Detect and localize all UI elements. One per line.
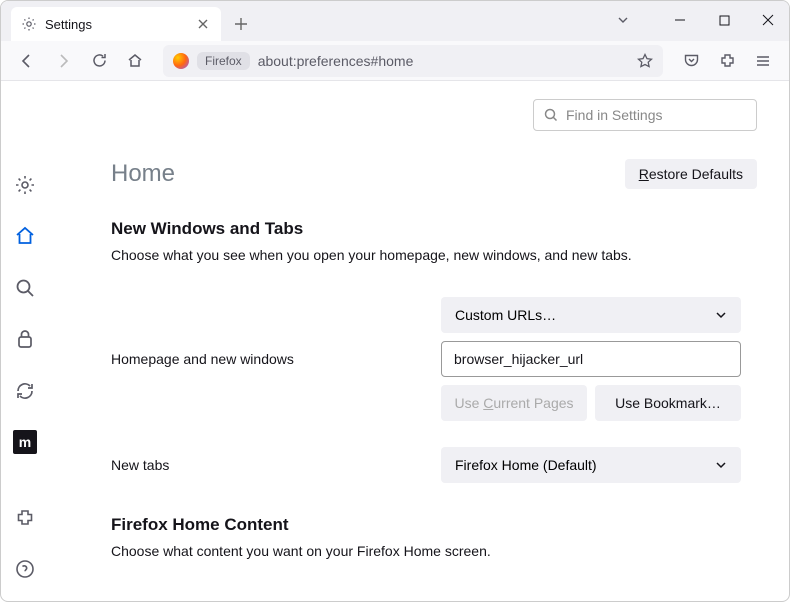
tabs-dropdown-icon[interactable] <box>608 0 638 40</box>
url-bar[interactable]: Firefox about:preferences#home <box>163 45 663 77</box>
sidebar-search-icon[interactable] <box>11 274 39 302</box>
back-button[interactable] <box>11 45 43 77</box>
sidebar-general-icon[interactable] <box>11 171 39 199</box>
new-tab-button[interactable] <box>227 10 255 38</box>
chevron-down-icon <box>715 309 727 321</box>
use-current-pages-button[interactable]: Use Current Pages <box>441 385 587 421</box>
search-placeholder: Find in Settings <box>566 107 663 123</box>
newtabs-select-value: Firefox Home (Default) <box>455 457 597 473</box>
newtabs-label: New tabs <box>111 457 441 473</box>
main-content: Find in Settings Home Restore Defaults N… <box>49 81 789 601</box>
sidebar: m <box>1 81 49 601</box>
url-text: about:preferences#home <box>258 53 629 69</box>
homepage-label: Homepage and new windows <box>111 351 441 367</box>
restore-defaults-button[interactable]: Restore Defaults <box>625 159 757 189</box>
sidebar-help-icon[interactable] <box>11 556 39 584</box>
sidebar-home-icon[interactable] <box>11 223 39 251</box>
tab-title: Settings <box>45 17 92 32</box>
window-controls <box>608 0 790 40</box>
bookmark-star-icon[interactable] <box>637 53 653 69</box>
extensions-icon[interactable] <box>711 45 743 77</box>
home-button[interactable] <box>119 45 151 77</box>
forward-button[interactable] <box>47 45 79 77</box>
gear-icon <box>21 16 37 32</box>
search-icon <box>544 108 558 122</box>
newtabs-select[interactable]: Firefox Home (Default) <box>441 447 741 483</box>
close-tab-icon[interactable] <box>195 16 211 32</box>
section-desc-home-content: Choose what content you want on your Fir… <box>111 543 757 559</box>
url-label: Firefox <box>197 52 250 70</box>
homepage-url-input[interactable] <box>441 341 741 377</box>
homepage-select[interactable]: Custom URLs… <box>441 297 741 333</box>
reload-button[interactable] <box>83 45 115 77</box>
menu-icon[interactable] <box>747 45 779 77</box>
use-bookmark-button[interactable]: Use Bookmark… <box>595 385 741 421</box>
browser-tab[interactable]: Settings <box>11 7 221 41</box>
toolbar: Firefox about:preferences#home <box>1 41 789 81</box>
sidebar-mozilla-icon[interactable]: m <box>11 429 39 457</box>
firefox-icon <box>173 53 189 69</box>
sidebar-privacy-icon[interactable] <box>11 326 39 354</box>
pocket-icon[interactable] <box>675 45 707 77</box>
maximize-button[interactable] <box>702 0 746 40</box>
sidebar-extensions-icon[interactable] <box>11 504 39 532</box>
sidebar-sync-icon[interactable] <box>11 377 39 405</box>
chevron-down-icon <box>715 459 727 471</box>
section-title-windows-tabs: New Windows and Tabs <box>111 219 757 239</box>
settings-search-input[interactable]: Find in Settings <box>533 99 757 131</box>
section-desc-windows-tabs: Choose what you see when you open your h… <box>111 247 757 263</box>
close-window-button[interactable] <box>746 0 790 40</box>
homepage-select-value: Custom URLs… <box>455 307 556 323</box>
page-title: Home <box>111 160 175 188</box>
section-title-home-content: Firefox Home Content <box>111 515 757 535</box>
minimize-button[interactable] <box>658 0 702 40</box>
